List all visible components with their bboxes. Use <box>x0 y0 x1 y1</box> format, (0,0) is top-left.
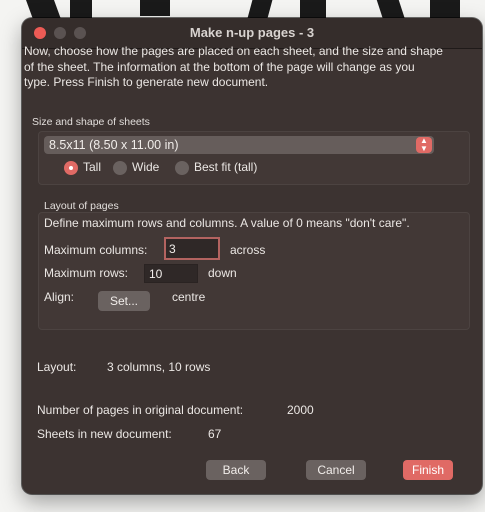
orientation-bestfit-radio[interactable] <box>175 161 189 175</box>
back-button[interactable]: Back <box>206 460 266 480</box>
max-columns-suffix: across <box>230 243 266 257</box>
finish-button[interactable]: Finish <box>403 460 453 480</box>
background-stroke <box>376 0 406 20</box>
layout-help-text: Define maximum rows and columns. A value… <box>44 216 410 230</box>
layout-summary-label: Layout: <box>37 360 77 374</box>
sheet-size-select[interactable]: 8.5x11 (8.50 x 11.00 in) ▲ ▼ <box>44 136 434 154</box>
max-columns-input[interactable] <box>164 237 220 260</box>
orientation-wide-label[interactable]: Wide <box>132 160 159 174</box>
new-sheets-value: 67 <box>208 427 222 441</box>
original-pages-label: Number of pages in original document: <box>37 403 244 417</box>
window-title: Make n-up pages - 3 <box>189 25 315 40</box>
max-columns-label: Maximum columns: <box>44 243 148 257</box>
orientation-tall-label[interactable]: Tall <box>83 160 101 174</box>
cancel-button[interactable]: Cancel <box>306 460 366 480</box>
new-sheets-label: Sheets in new document: <box>37 427 172 441</box>
max-rows-input[interactable] <box>144 264 198 283</box>
max-rows-suffix: down <box>208 266 237 280</box>
sheet-size-value: 8.5x11 (8.50 x 11.00 in) <box>49 138 179 152</box>
intro-text: Now, choose how the pages are placed on … <box>24 44 443 89</box>
background-stroke <box>140 0 170 16</box>
orientation-tall-radio[interactable] <box>64 161 78 175</box>
background-stroke <box>247 0 273 18</box>
layout-summary-value: 3 columns, 10 rows <box>107 360 211 374</box>
orientation-wide-radio[interactable] <box>113 161 127 175</box>
align-value: centre <box>172 290 206 304</box>
original-pages-value: 2000 <box>287 403 314 417</box>
align-set-button[interactable]: Set... <box>98 291 150 311</box>
orientation-bestfit-label[interactable]: Best fit (tall) <box>194 160 257 174</box>
max-rows-label: Maximum rows: <box>44 266 129 280</box>
chevron-up-down-icon: ▲ ▼ <box>416 137 432 153</box>
sheet-group-label: Size and shape of sheets <box>32 116 150 128</box>
align-label: Align: <box>44 290 75 304</box>
background-stroke <box>70 0 92 20</box>
layout-group-label: Layout of pages <box>44 200 119 212</box>
